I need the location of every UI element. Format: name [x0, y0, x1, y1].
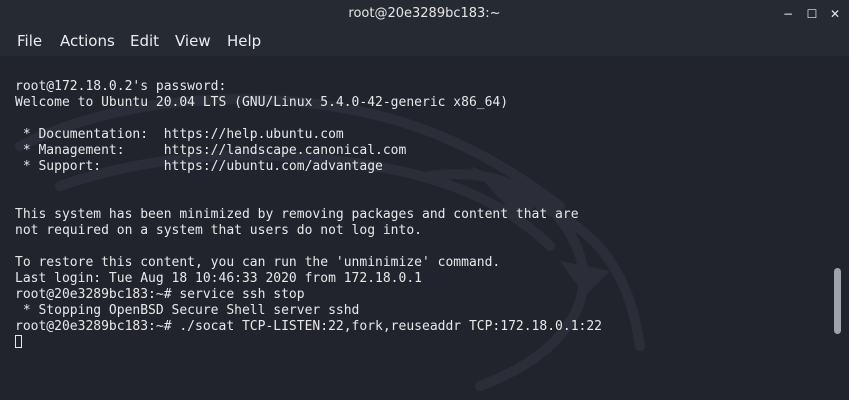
menu-help[interactable]: Help	[227, 32, 261, 50]
menu-actions[interactable]: Actions	[60, 32, 115, 50]
terminal-line: not required on a system that users do n…	[15, 223, 422, 238]
terminal-window: root@20e3289bc183:~ − ☐ ✕ File Actions E…	[0, 0, 849, 400]
maximize-icon[interactable]: ☐	[804, 6, 820, 22]
terminal-output: root@172.18.0.2's password: Welcome to U…	[15, 63, 602, 351]
terminal-line: Welcome to Ubuntu 20.04 LTS (GNU/Linux 5…	[15, 95, 509, 110]
menu-file[interactable]: File	[17, 32, 42, 50]
terminal-line: This system has been minimized by removi…	[15, 207, 579, 222]
terminal-line: Last login: Tue Aug 18 10:46:33 2020 fro…	[15, 271, 422, 286]
title-bar[interactable]: root@20e3289bc183:~ − ☐ ✕	[0, 0, 849, 28]
scrollbar-track[interactable]	[832, 56, 844, 396]
terminal-area[interactable]: root@172.18.0.2's password: Welcome to U…	[0, 56, 849, 400]
minimize-icon[interactable]: −	[780, 6, 796, 22]
close-icon[interactable]: ✕	[827, 6, 843, 22]
block-cursor	[15, 335, 22, 348]
terminal-line: * Documentation: https://help.ubuntu.com	[15, 127, 344, 142]
scrollbar-thumb[interactable]	[834, 268, 841, 334]
menu-bar: File Actions Edit View Help	[0, 28, 849, 56]
terminal-line: * Support: https://ubuntu.com/advantage	[15, 159, 383, 174]
terminal-line: root@20e3289bc183:~# ./socat TCP-LISTEN:…	[15, 319, 602, 334]
terminal-line: root@20e3289bc183:~# service ssh stop	[15, 287, 305, 302]
window-title: root@20e3289bc183:~	[348, 6, 501, 21]
terminal-line: * Stopping OpenBSD Secure Shell server s…	[15, 303, 360, 318]
terminal-line: * Management: https://landscape.canonica…	[15, 143, 407, 158]
menu-view[interactable]: View	[175, 32, 211, 50]
terminal-line: To restore this content, you can run the…	[15, 255, 501, 270]
terminal-line: root@172.18.0.2's password:	[15, 79, 227, 94]
menu-edit[interactable]: Edit	[130, 32, 159, 50]
